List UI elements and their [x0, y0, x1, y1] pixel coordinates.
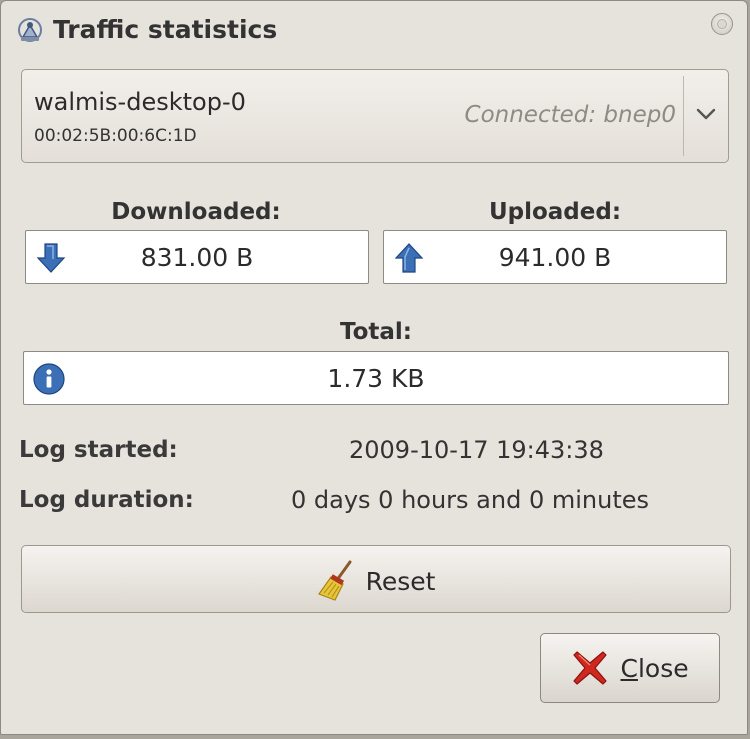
close-icon [571, 649, 609, 687]
network-icon [15, 15, 45, 45]
uploaded-field: 941.00 B [383, 230, 727, 284]
downloaded-field: 831.00 B [25, 230, 369, 284]
log-duration-label: Log duration: [19, 487, 194, 513]
traffic-statistics-window: Traffic statistics walmis-desktop-0 00:0… [0, 0, 748, 735]
combo-separator [683, 76, 684, 156]
device-name: walmis-desktop-0 [34, 88, 246, 116]
broom-icon [317, 560, 355, 602]
downloaded-value: 831.00 B [140, 243, 254, 272]
close-label: Close [620, 654, 688, 683]
total-field: 1.73 KB [23, 351, 729, 405]
close-button[interactable]: Close [540, 633, 720, 703]
device-mac-address: 00:02:5B:00:6C:1D [34, 126, 197, 146]
close-label-rest: lose [637, 653, 689, 683]
chevron-down-icon[interactable] [694, 104, 718, 124]
log-started-value: 2009-10-17 19:43:38 [349, 436, 604, 464]
log-started-label: Log started: [19, 437, 178, 463]
window-close-icon[interactable] [711, 13, 733, 35]
window-title: Traffic statistics [53, 15, 278, 44]
close-mnemonic: C [620, 653, 638, 683]
total-label: Total: [339, 319, 413, 345]
uploaded-value: 941.00 B [498, 243, 612, 272]
log-duration-value: 0 days 0 hours and 0 minutes [291, 486, 650, 514]
uploaded-label: Uploaded: [488, 199, 622, 225]
reset-label: Reset [365, 566, 436, 596]
title-bar[interactable]: Traffic statistics [1, 1, 747, 61]
total-value: 1.73 KB [327, 364, 425, 393]
downloaded-label: Downloaded: [111, 199, 281, 225]
device-select[interactable]: walmis-desktop-0 00:02:5B:00:6C:1D Conne… [21, 69, 729, 163]
connection-status: Connected: bnep0 [464, 102, 676, 128]
reset-button[interactable]: Reset [21, 545, 731, 613]
